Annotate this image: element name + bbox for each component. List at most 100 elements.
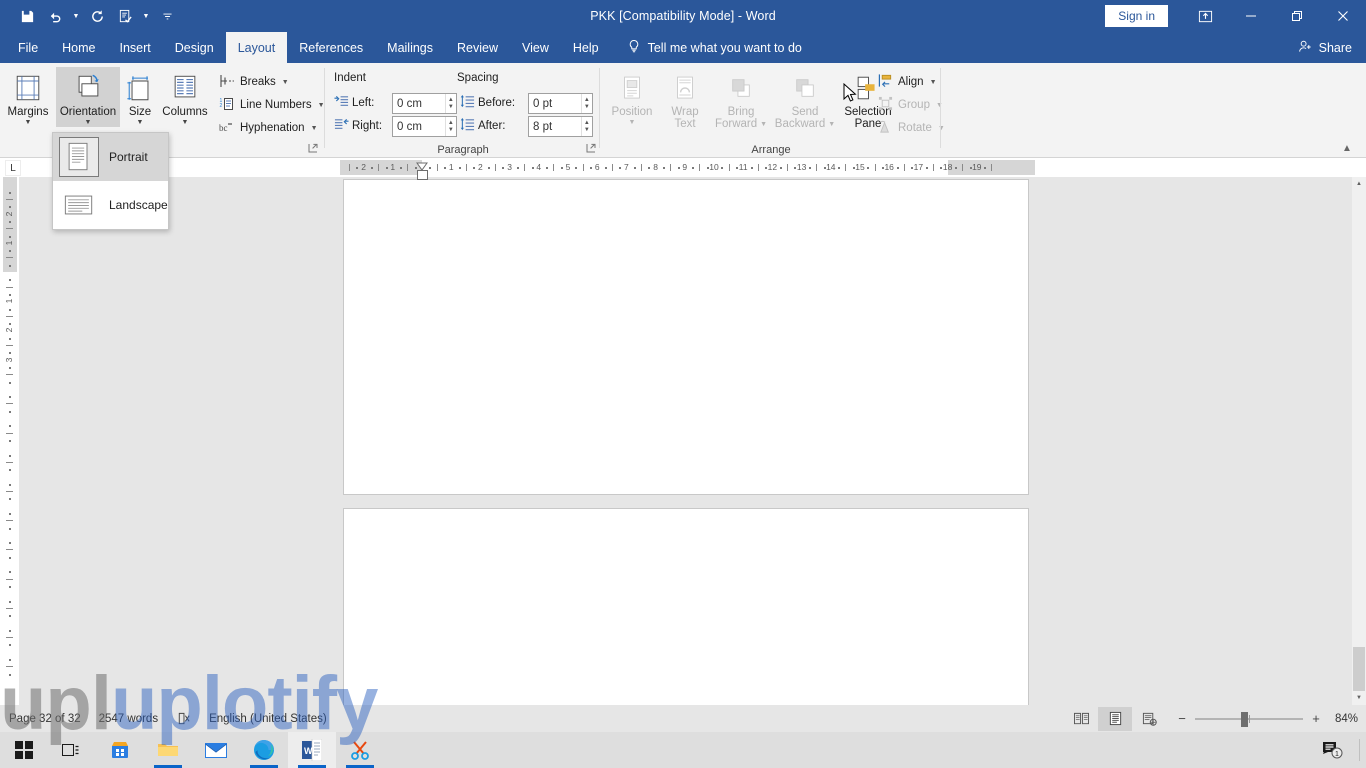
spacing-before-stepper[interactable]: ▲▼ (528, 93, 593, 114)
spacing-after-spin-arrows[interactable]: ▲ ▼ (580, 117, 592, 136)
start-button[interactable] (0, 732, 48, 768)
print-layout-view-button[interactable] (1098, 706, 1132, 731)
notification-center-button[interactable]: 1 (1309, 732, 1357, 768)
file-explorer-button[interactable] (144, 732, 192, 768)
redo-icon[interactable] (84, 3, 110, 29)
zoom-in-button[interactable]: + (1310, 711, 1322, 726)
align-button[interactable]: Align ▼ (873, 71, 942, 93)
zoom-level-label[interactable]: 84% (1332, 713, 1366, 725)
word-button[interactable]: W (288, 732, 336, 768)
spacing-before-input[interactable] (529, 94, 581, 113)
orientation-option-portrait[interactable]: Portrait (53, 133, 168, 181)
indent-left-input[interactable] (393, 94, 445, 113)
page-setup-dialog-launcher[interactable] (307, 143, 319, 155)
proofing-errors-icon[interactable] (167, 705, 200, 732)
indent-right-input[interactable] (393, 117, 445, 136)
send-backward-button[interactable]: Send Backward ▼ (774, 67, 836, 130)
spacing-after-input[interactable] (529, 117, 581, 136)
spin-down-icon[interactable]: ▼ (448, 104, 454, 111)
hyphenation-button[interactable]: bc Hyphenation ▼ (214, 117, 323, 139)
bring-forward-button[interactable]: Bring Forward ▼ (710, 67, 772, 130)
position-button[interactable]: Position ▼ (604, 67, 660, 127)
document-page[interactable] (343, 508, 1029, 705)
tab-home[interactable]: Home (50, 32, 107, 63)
undo-dropdown-icon[interactable]: ▼ (70, 3, 82, 29)
tab-review[interactable]: Review (445, 32, 510, 63)
indent-left-spin-arrows[interactable]: ▲ ▼ (444, 94, 456, 113)
tab-design[interactable]: Design (163, 32, 226, 63)
tab-help[interactable]: Help (561, 32, 611, 63)
minimize-icon[interactable] (1228, 0, 1274, 32)
web-layout-view-button[interactable] (1132, 707, 1166, 731)
orientation-option-landscape[interactable]: Landscape (53, 181, 168, 229)
customize-quick-access-toolbar-icon[interactable] (154, 3, 180, 29)
spin-down-icon[interactable]: ▼ (584, 104, 590, 111)
zoom-out-button[interactable]: − (1176, 711, 1188, 726)
tab-view[interactable]: View (510, 32, 561, 63)
share-button[interactable]: Share (1298, 32, 1352, 63)
mail-button[interactable] (192, 732, 240, 768)
restore-icon[interactable] (1274, 0, 1320, 32)
vertical-ruler[interactable]: 2 1 1 2 3 (0, 177, 19, 705)
tab-stop-selector[interactable]: L (5, 160, 21, 176)
scroll-up-arrow-icon[interactable]: ▲ (1352, 177, 1366, 191)
tab-mailings[interactable]: Mailings (375, 32, 445, 63)
spin-down-icon[interactable]: ▼ (448, 127, 454, 134)
indent-left-stepper[interactable]: ▲▼ (392, 93, 457, 114)
indent-right-spin-arrows[interactable]: ▲ ▼ (444, 117, 456, 136)
first-line-indent-marker[interactable] (416, 159, 428, 171)
language-status[interactable]: English (United States) (200, 705, 336, 732)
spin-up-icon[interactable]: ▲ (584, 97, 590, 104)
rotate-button[interactable]: Rotate ▼ (873, 117, 950, 139)
breaks-button[interactable]: Breaks ▼ (214, 71, 294, 93)
tab-references[interactable]: References (287, 32, 375, 63)
spacing-before-spin-arrows[interactable]: ▲ ▼ (580, 94, 592, 113)
orientation-button[interactable]: Orientation ▼ (56, 67, 120, 127)
spacing-after-stepper[interactable]: ▲▼ (528, 116, 593, 137)
document-page[interactable] (343, 179, 1029, 495)
spin-up-icon[interactable]: ▲ (584, 120, 590, 127)
columns-button[interactable]: Columns ▼ (160, 67, 210, 127)
paragraph-dialog-launcher[interactable] (585, 143, 597, 155)
tell-me-search[interactable]: Tell me what you want to do (611, 32, 812, 63)
margins-button[interactable]: Margins ▼ (2, 67, 54, 127)
close-icon[interactable] (1320, 0, 1366, 32)
line-numbers-button[interactable]: 12 Line Numbers ▼ (214, 94, 330, 116)
spelling-dropdown-icon[interactable]: ▼ (140, 3, 152, 29)
microsoft-edge-button[interactable] (240, 732, 288, 768)
ribbon-display-options-icon[interactable] (1182, 0, 1228, 32)
spin-down-icon[interactable]: ▼ (584, 127, 590, 134)
indent-right-stepper[interactable]: ▲▼ (392, 116, 457, 137)
ruler-tick (9, 673, 11, 676)
size-button[interactable]: Size ▼ (122, 67, 158, 127)
undo-icon[interactable] (42, 3, 68, 29)
sign-in-button[interactable]: Sign in (1105, 5, 1168, 27)
wrap-text-button[interactable]: Wrap Text (662, 67, 708, 130)
tab-insert[interactable]: Insert (108, 32, 163, 63)
save-icon[interactable] (14, 3, 40, 29)
snipping-tool-button[interactable] (336, 732, 384, 768)
tab-file[interactable]: File (6, 32, 50, 63)
spin-up-icon[interactable]: ▲ (448, 97, 454, 104)
wrap-text-icon (671, 72, 699, 104)
task-view-button[interactable] (48, 732, 96, 768)
zoom-track[interactable] (1195, 711, 1303, 727)
vertical-scrollbar[interactable]: ▲ ▼ (1352, 177, 1366, 705)
document-canvas[interactable] (19, 177, 1366, 705)
zoom-slider[interactable]: − + (1166, 711, 1332, 727)
spelling-check-icon[interactable] (112, 3, 138, 29)
scroll-thumb[interactable] (1353, 647, 1365, 691)
tab-layout[interactable]: Layout (225, 32, 288, 63)
spin-up-icon[interactable]: ▲ (448, 120, 454, 127)
read-mode-view-button[interactable] (1064, 707, 1098, 731)
word-count-status[interactable]: 2547 words (90, 705, 167, 732)
collapse-ribbon-icon[interactable]: ▲ (1336, 139, 1358, 157)
zoom-thumb[interactable] (1241, 711, 1248, 727)
ruler-tick-label: 1 (4, 298, 14, 304)
microsoft-store-button[interactable] (96, 732, 144, 768)
page-number-status[interactable]: Page 32 of 32 (0, 705, 90, 732)
horizontal-ruler[interactable]: 2 1 1 2 3 4 5 6 7 8 9 10 11 12 13 14 15 16 17 18 19 (0, 158, 1366, 177)
scroll-down-arrow-icon[interactable]: ▼ (1352, 691, 1366, 705)
group-button[interactable]: Group ▼ (873, 94, 948, 116)
left-indent-marker[interactable] (417, 170, 428, 180)
